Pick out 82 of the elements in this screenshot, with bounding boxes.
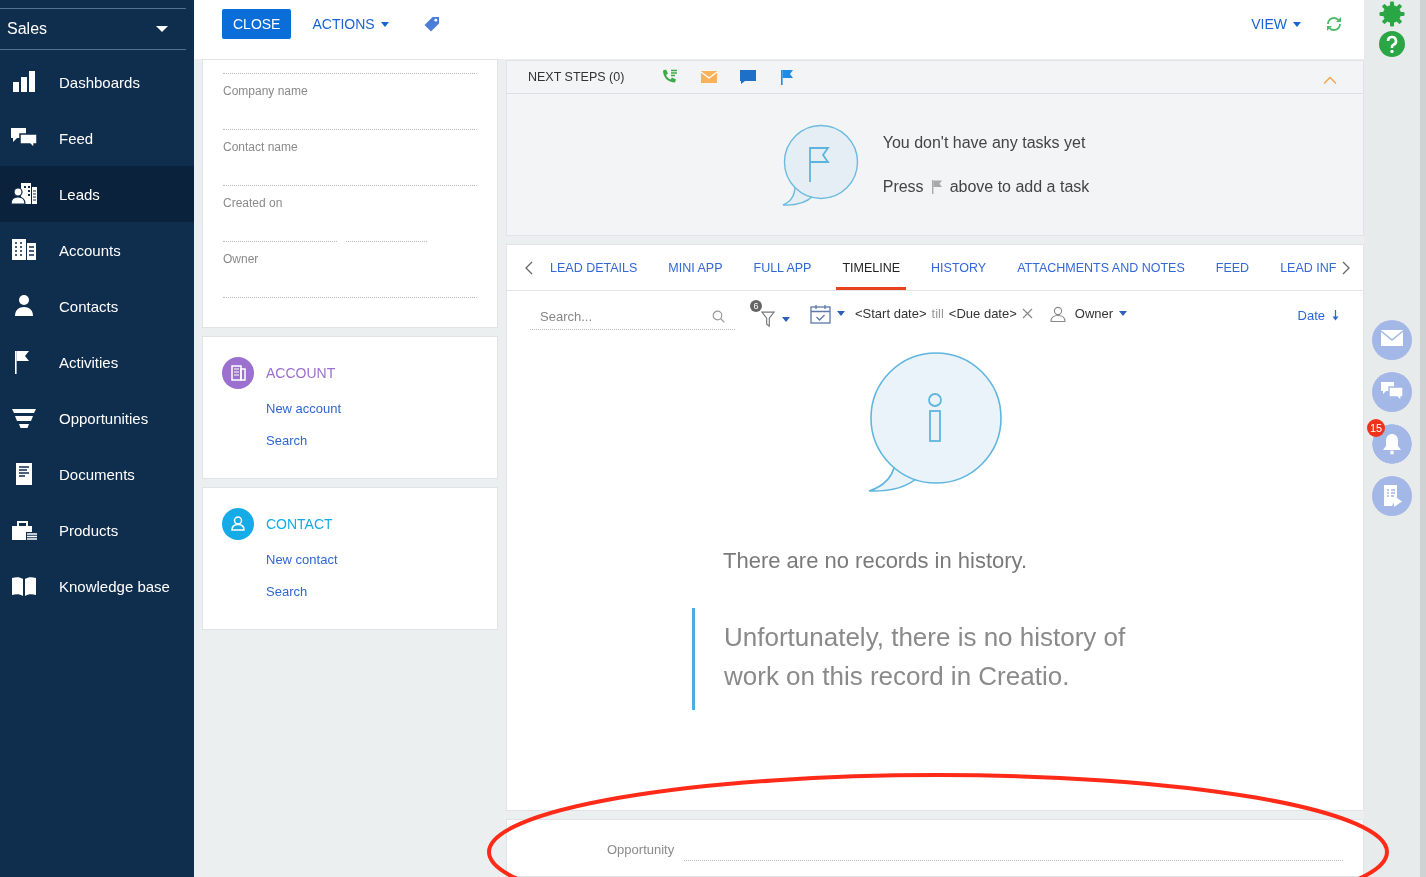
building-icon xyxy=(10,238,38,262)
chevron-right-icon[interactable] xyxy=(1342,260,1352,275)
nav-item[interactable]: Documents xyxy=(0,446,194,502)
history-note: Unfortunately, there is no history of work on this record in Creatio. xyxy=(692,608,1164,710)
nav-item[interactable]: Products xyxy=(0,502,194,558)
tab[interactable]: FULL APP xyxy=(747,245,818,290)
flag-speech-bubble-icon xyxy=(780,123,859,206)
close-button[interactable]: CLOSE xyxy=(222,9,292,39)
empty-history-message: There are no records in history. xyxy=(722,548,1029,574)
collapse-icon[interactable] xyxy=(1323,76,1337,84)
tab[interactable]: TIMELINE xyxy=(836,245,907,290)
refresh-icon[interactable] xyxy=(1325,16,1343,32)
tab[interactable]: FEED xyxy=(1209,245,1256,290)
nav-item[interactable]: Contacts xyxy=(0,278,194,334)
workplace-dropdown[interactable]: Sales xyxy=(0,8,186,50)
help-icon[interactable] xyxy=(1379,31,1405,57)
caret-icon[interactable] xyxy=(837,311,845,316)
empty-tasks-message: You don't have any tasks yet xyxy=(882,132,1087,153)
email-button[interactable] xyxy=(1372,320,1412,360)
field-label: Opportunity xyxy=(607,842,675,858)
next-steps-tab[interactable]: NEXT STEPS (0) xyxy=(528,69,625,85)
tab[interactable]: LEAD INF xyxy=(1274,245,1343,290)
sort-button[interactable]: Date xyxy=(1297,307,1339,323)
nav-item[interactable]: Accounts xyxy=(0,222,194,278)
nav-item[interactable]: Activities xyxy=(0,334,194,390)
nav-item[interactable]: Opportunities xyxy=(0,390,194,446)
hint-text: Press xyxy=(882,176,924,197)
speech-bubble-icon[interactable] xyxy=(739,69,758,85)
tab[interactable]: LEAD DETAILS xyxy=(544,245,644,290)
start-date-filter[interactable]: <Start date> xyxy=(855,306,927,321)
process-button[interactable] xyxy=(1372,476,1412,516)
notification-count-badge: 15 xyxy=(1367,419,1386,437)
field-label: Contact name xyxy=(223,139,299,154)
nav-item[interactable]: Leads xyxy=(0,166,194,222)
caret-icon xyxy=(156,26,168,32)
chat-button[interactable] xyxy=(1372,372,1412,412)
envelope-icon[interactable] xyxy=(700,69,719,85)
card-title: ACCOUNT xyxy=(266,365,336,381)
filter-count-badge: 6 xyxy=(750,299,762,312)
close-icon[interactable] xyxy=(1021,308,1033,319)
caret-icon[interactable] xyxy=(782,316,790,322)
nav-item[interactable]: Feed xyxy=(0,110,194,166)
search-field[interactable]: Search... xyxy=(530,304,712,328)
person-icon xyxy=(1049,305,1066,322)
tab[interactable]: MINI APP xyxy=(662,245,729,290)
phone-icon[interactable] xyxy=(661,69,680,85)
funnel-icon[interactable] xyxy=(761,310,775,328)
search-icon[interactable] xyxy=(712,309,725,323)
nav-item[interactable]: Knowledge base xyxy=(0,558,194,614)
chevron-left-icon[interactable] xyxy=(524,260,533,275)
link[interactable]: New account xyxy=(266,393,342,425)
tab[interactable]: HISTORY xyxy=(925,245,993,290)
open-book-icon xyxy=(10,574,38,598)
hint-text: above to add a task xyxy=(949,176,1090,197)
till-label: till xyxy=(931,306,944,321)
tag-icon[interactable] xyxy=(423,17,439,32)
field-label: Company name xyxy=(223,83,309,98)
bar-chart-icon xyxy=(10,70,38,94)
funnel-icon xyxy=(10,406,38,430)
field-label: Owner xyxy=(223,251,260,266)
field-label: Created on xyxy=(223,195,284,210)
caret-icon xyxy=(1293,21,1301,27)
due-date-filter[interactable]: <Due date> xyxy=(948,306,1017,321)
link[interactable]: Search xyxy=(266,576,308,608)
actions-button[interactable]: ACTIONS xyxy=(312,9,389,39)
notifications-button[interactable]: 15 xyxy=(1367,419,1412,464)
bell-icon xyxy=(1380,432,1404,456)
card-title: CONTACT xyxy=(266,516,333,532)
person-building-icon xyxy=(10,182,38,206)
flag-icon xyxy=(930,179,943,194)
link[interactable]: New contact xyxy=(266,544,338,576)
info-speech-bubble-icon xyxy=(867,352,1003,492)
link[interactable]: Search xyxy=(266,425,308,457)
owner-filter[interactable]: Owner xyxy=(1074,306,1114,321)
caret-icon xyxy=(380,21,389,27)
tab[interactable]: ATTACHMENTS AND NOTES xyxy=(1011,245,1191,290)
nav-item[interactable]: Dashboards xyxy=(0,54,194,110)
caret-icon[interactable] xyxy=(1119,311,1128,316)
briefcase-icon xyxy=(10,518,38,542)
down-arrow-icon xyxy=(1332,309,1339,321)
view-button[interactable]: VIEW xyxy=(1251,9,1301,39)
calendar-icon[interactable] xyxy=(810,303,831,324)
